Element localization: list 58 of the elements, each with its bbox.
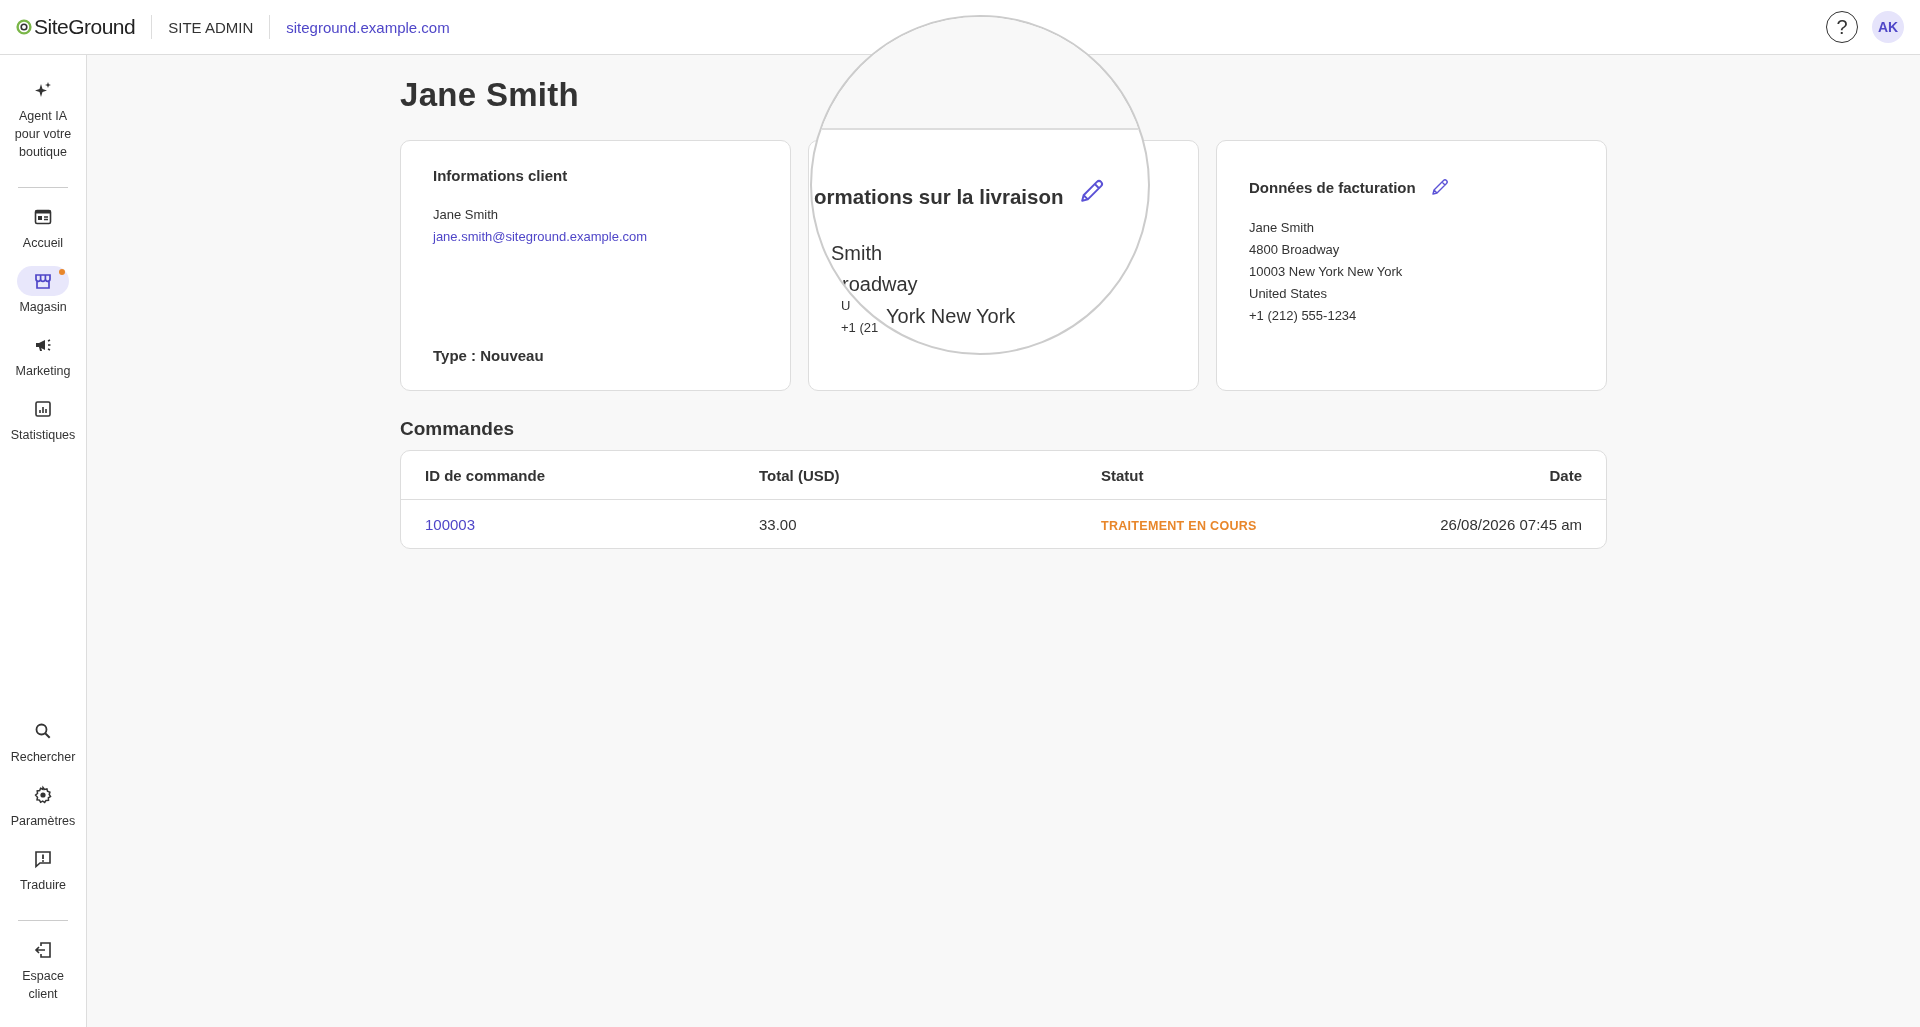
- magnified-text: York New York: [886, 305, 1016, 328]
- sidebar-label: Paramètres: [10, 813, 76, 830]
- logo-text: SiteGround: [34, 15, 136, 39]
- sidebar-item[interactable]: Accueil: [0, 202, 87, 252]
- settings-icon: [33, 785, 53, 805]
- address-line: +1 (212) 555-1234: [1249, 307, 1357, 325]
- sidebar-label: Agent IA pour votre boutique: [13, 108, 73, 161]
- search-icon: [33, 721, 53, 741]
- section-label: SITE ADMIN: [168, 18, 254, 36]
- column-header: Total (USD): [759, 466, 841, 484]
- sidebar-item[interactable]: Rechercher: [0, 716, 87, 766]
- magnified-text: Smith: [831, 242, 883, 265]
- address-line: 10003 New York New York: [1249, 263, 1403, 281]
- status-label: TRAITEMENT EN COURS: [1101, 518, 1257, 533]
- feedback-icon: [33, 849, 53, 869]
- sidebar-item[interactable]: Espace client: [0, 935, 87, 1003]
- exit-icon: [33, 940, 53, 960]
- address-line: +1 (21: [841, 319, 879, 337]
- sidebar-label: Traduire: [19, 877, 67, 894]
- column-header: ID de commande: [425, 466, 547, 484]
- sidebar-label: Statistiques: [10, 427, 76, 444]
- column-header: Statut: [1101, 466, 1145, 484]
- store-icon: [33, 271, 53, 291]
- help-button[interactable]: ?: [1826, 11, 1858, 43]
- sidebar-item[interactable]: Magasin: [0, 266, 87, 316]
- site-link[interactable]: siteground.example.com: [286, 18, 450, 36]
- column-header: Date: [1548, 466, 1582, 484]
- sidebar-label: Espace client: [21, 968, 65, 1003]
- address-line: United States: [1249, 285, 1328, 303]
- customer-name: Jane Smith: [433, 206, 499, 224]
- page-title: Jane Smith: [400, 76, 581, 114]
- address-line: U: [841, 297, 851, 315]
- sidebar-item[interactable]: Agent IA pour votre boutique: [0, 75, 87, 161]
- customer-type: Type : Nouveau: [433, 347, 545, 364]
- logo-icon: [16, 19, 32, 35]
- magnified-text: roadway: [842, 273, 918, 296]
- sidebar-item[interactable]: Paramètres: [0, 780, 87, 830]
- pencil-icon[interactable]: [1429, 177, 1450, 197]
- sidebar-label: Rechercher: [10, 749, 76, 766]
- order-link[interactable]: 100003: [425, 515, 476, 533]
- pencil-icon: [1078, 177, 1106, 205]
- section-heading: Commandes: [400, 418, 516, 440]
- card-heading: Informations client: [433, 167, 569, 184]
- address-line: 4800 Broadway: [1249, 241, 1340, 259]
- email-link[interactable]: jane.smith@siteground.example.com: [433, 226, 648, 248]
- sidebar-label: Magasin: [19, 299, 67, 316]
- table-cell-text: 26/08/2026 07:45 am: [1439, 515, 1582, 533]
- sidebar-label: Accueil: [22, 235, 64, 252]
- sidebar-item[interactable]: Traduire: [0, 844, 87, 894]
- address-line: Jane Smith: [1249, 219, 1315, 237]
- table-cell-text: 33.00: [759, 515, 798, 533]
- sidebar-item[interactable]: Statistiques: [0, 394, 87, 444]
- chart-icon: [33, 399, 53, 419]
- card-heading: Données de facturation: [1249, 178, 1416, 196]
- sidebar-label: Marketing: [15, 363, 71, 380]
- dashboard-icon: [33, 207, 53, 227]
- sidebar-item[interactable]: Marketing: [0, 330, 87, 380]
- avatar-button[interactable]: AK: [1872, 11, 1904, 43]
